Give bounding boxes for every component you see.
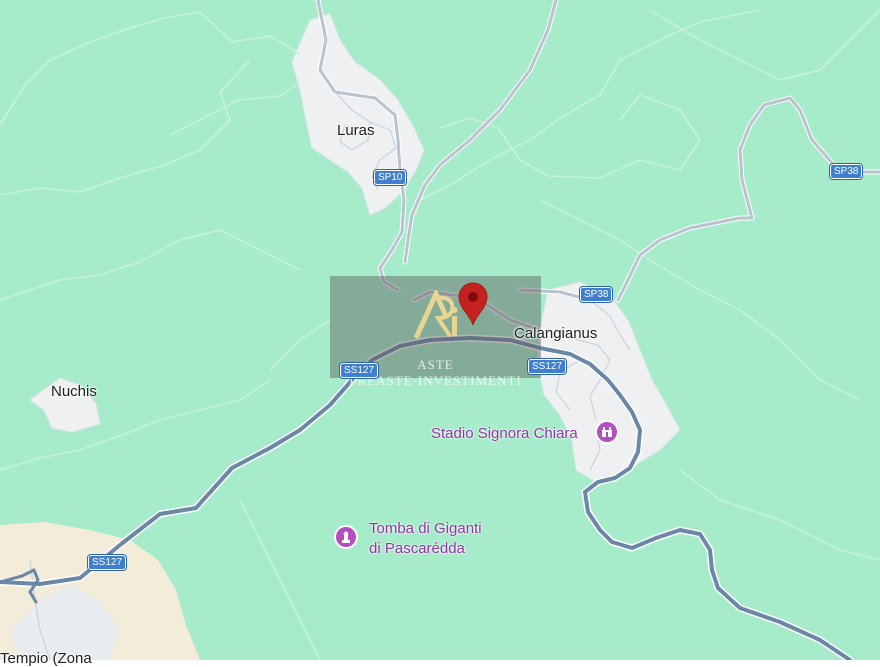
town-label-calangianus: Calangianus bbox=[514, 325, 598, 342]
road-shield-sp10: SP10 bbox=[374, 170, 407, 185]
poi-label-tomba-line2[interactable]: di Pascarédda bbox=[369, 539, 465, 559]
poi-label-stadio[interactable]: Stadio Signora Chiara bbox=[431, 424, 578, 444]
road-shield-ss127-c: SS127 bbox=[88, 555, 127, 570]
town-label-nuchis: Nuchis bbox=[51, 383, 97, 400]
road-shield-sp38: SP38 bbox=[580, 287, 613, 302]
road-shield-ss127-b: SS127 bbox=[528, 359, 567, 374]
map-pin-icon[interactable] bbox=[456, 282, 490, 326]
road-shield-ss127-a: SS127 bbox=[340, 363, 379, 378]
town-label-tempio: Tempio (Zona bbox=[0, 650, 92, 667]
stadium-icon[interactable] bbox=[595, 420, 619, 444]
monument-icon[interactable] bbox=[334, 525, 358, 549]
road-shield-sp38-top: SP38 bbox=[830, 164, 863, 179]
ri-logo-icon bbox=[413, 290, 458, 340]
town-label-luras: Luras bbox=[337, 122, 375, 139]
poi-label-tomba-line1[interactable]: Tomba di Giganti bbox=[369, 519, 482, 539]
